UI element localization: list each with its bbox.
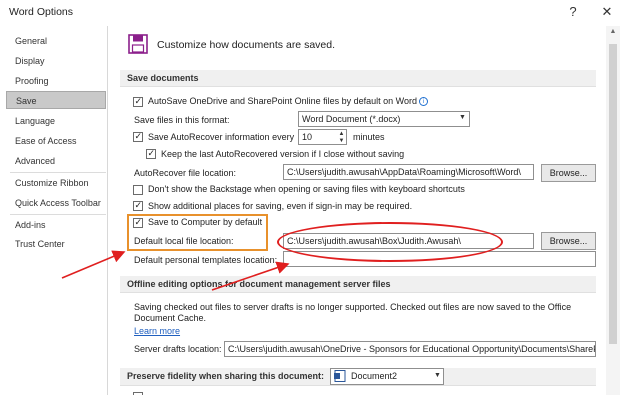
learn-more-link[interactable]: Learn more xyxy=(134,326,180,336)
keep-last-version-checkbox[interactable] xyxy=(146,148,156,159)
keep-last-version-label: Keep the last AutoRecovered version if I… xyxy=(161,149,405,159)
sidebar-divider xyxy=(10,214,106,215)
window-title: Word Options xyxy=(9,6,73,18)
scrollbar-thumb[interactable] xyxy=(609,44,617,344)
page-title: Customize how documents are saved. xyxy=(157,39,336,51)
annotation-orange-box xyxy=(127,214,268,251)
format-label: Save files in this format: xyxy=(134,115,230,125)
minutes-label: minutes xyxy=(353,132,385,142)
sidebar-item-proofing[interactable]: Proofing xyxy=(6,72,106,90)
autosave-checkbox[interactable] xyxy=(133,96,143,107)
backstage-checkbox[interactable] xyxy=(133,185,143,195)
chevron-down-icon: ▼ xyxy=(459,114,466,121)
annotation-red-ellipse xyxy=(277,222,503,262)
spinner-down-icon[interactable]: ▼ xyxy=(337,138,346,145)
format-select-value: Word Document (*.docx) xyxy=(302,114,401,124)
server-drafts-value: C:\Users\judith.awusah\OneDrive - Sponso… xyxy=(228,344,595,354)
autorecover-checkbox[interactable] xyxy=(133,131,143,142)
additional-places-label: Show additional places for saving, even … xyxy=(148,201,413,211)
help-button[interactable]: ? xyxy=(562,2,584,22)
additional-places-checkbox[interactable] xyxy=(133,200,143,211)
personal-templates-label: Default personal templates location: xyxy=(134,255,278,265)
sidebar-item-general[interactable]: General xyxy=(6,32,106,50)
browse-default-location-button[interactable]: Browse... xyxy=(541,232,596,250)
sidebar-item-language[interactable]: Language xyxy=(6,112,106,130)
save-disk-icon xyxy=(128,34,148,54)
word-document-icon xyxy=(334,370,346,382)
preserve-fidelity-label: Preserve fidelity when sharing this docu… xyxy=(127,371,325,381)
browse-autorecover-button[interactable]: Browse... xyxy=(541,164,596,182)
server-drafts-input[interactable]: C:\Users\judith.awusah\OneDrive - Sponso… xyxy=(224,341,596,357)
title-bar xyxy=(0,0,624,24)
sidebar-item-add-ins[interactable]: Add-ins xyxy=(6,216,106,234)
info-icon[interactable]: i xyxy=(419,97,428,107)
format-select[interactable]: Word Document (*.docx) xyxy=(298,111,470,127)
fidelity-document-value: Document2 xyxy=(351,371,398,381)
sidebar-item-customize-ribbon[interactable]: Customize Ribbon xyxy=(6,174,106,192)
sidebar-item-trust-center[interactable]: Trust Center xyxy=(6,235,106,253)
server-drafts-label: Server drafts location: xyxy=(134,344,222,354)
scroll-up-icon[interactable]: ▲ xyxy=(606,28,620,40)
close-button[interactable]: ✕ xyxy=(596,2,618,22)
sidebar-item-advanced[interactable]: Advanced xyxy=(6,152,106,170)
autosave-label: AutoSave OneDrive and SharePoint Online … xyxy=(148,96,417,106)
autorecover-label: Save AutoRecover information every xyxy=(148,132,295,142)
chevron-down-icon: ▼ xyxy=(434,372,441,379)
spinner-up-icon[interactable]: ▲ xyxy=(337,131,346,138)
autorecover-location-label: AutoRecover file location: xyxy=(134,168,237,178)
sidebar-item-display[interactable]: Display xyxy=(6,52,106,70)
autorecover-location-value: C:\Users\judith.awusah\AppData\Roaming\M… xyxy=(287,167,521,177)
section-header-offline-editing: Offline editing options for document man… xyxy=(120,276,596,293)
sidebar-item-ease-of-access[interactable]: Ease of Access xyxy=(6,132,106,150)
autorecover-location-input[interactable]: C:\Users\judith.awusah\AppData\Roaming\M… xyxy=(283,164,534,180)
sidebar-item-quick-access-toolbar[interactable]: Quick Access Toolbar xyxy=(6,194,106,212)
sidebar: General Display Proofing Save Language E… xyxy=(4,26,108,395)
sidebar-item-save[interactable]: Save xyxy=(6,91,106,109)
backstage-label: Don't show the Backstage when opening or… xyxy=(148,184,465,194)
offline-note: Saving checked out files to server draft… xyxy=(134,302,572,323)
section-header-save-documents: Save documents xyxy=(120,70,596,87)
autosave-row: AutoSave OneDrive and SharePoint Online … xyxy=(148,96,428,107)
autorecover-minutes-value: 10 xyxy=(302,132,313,142)
fidelity-document-select[interactable]: Document2 xyxy=(330,368,444,385)
sidebar-divider xyxy=(10,172,106,173)
